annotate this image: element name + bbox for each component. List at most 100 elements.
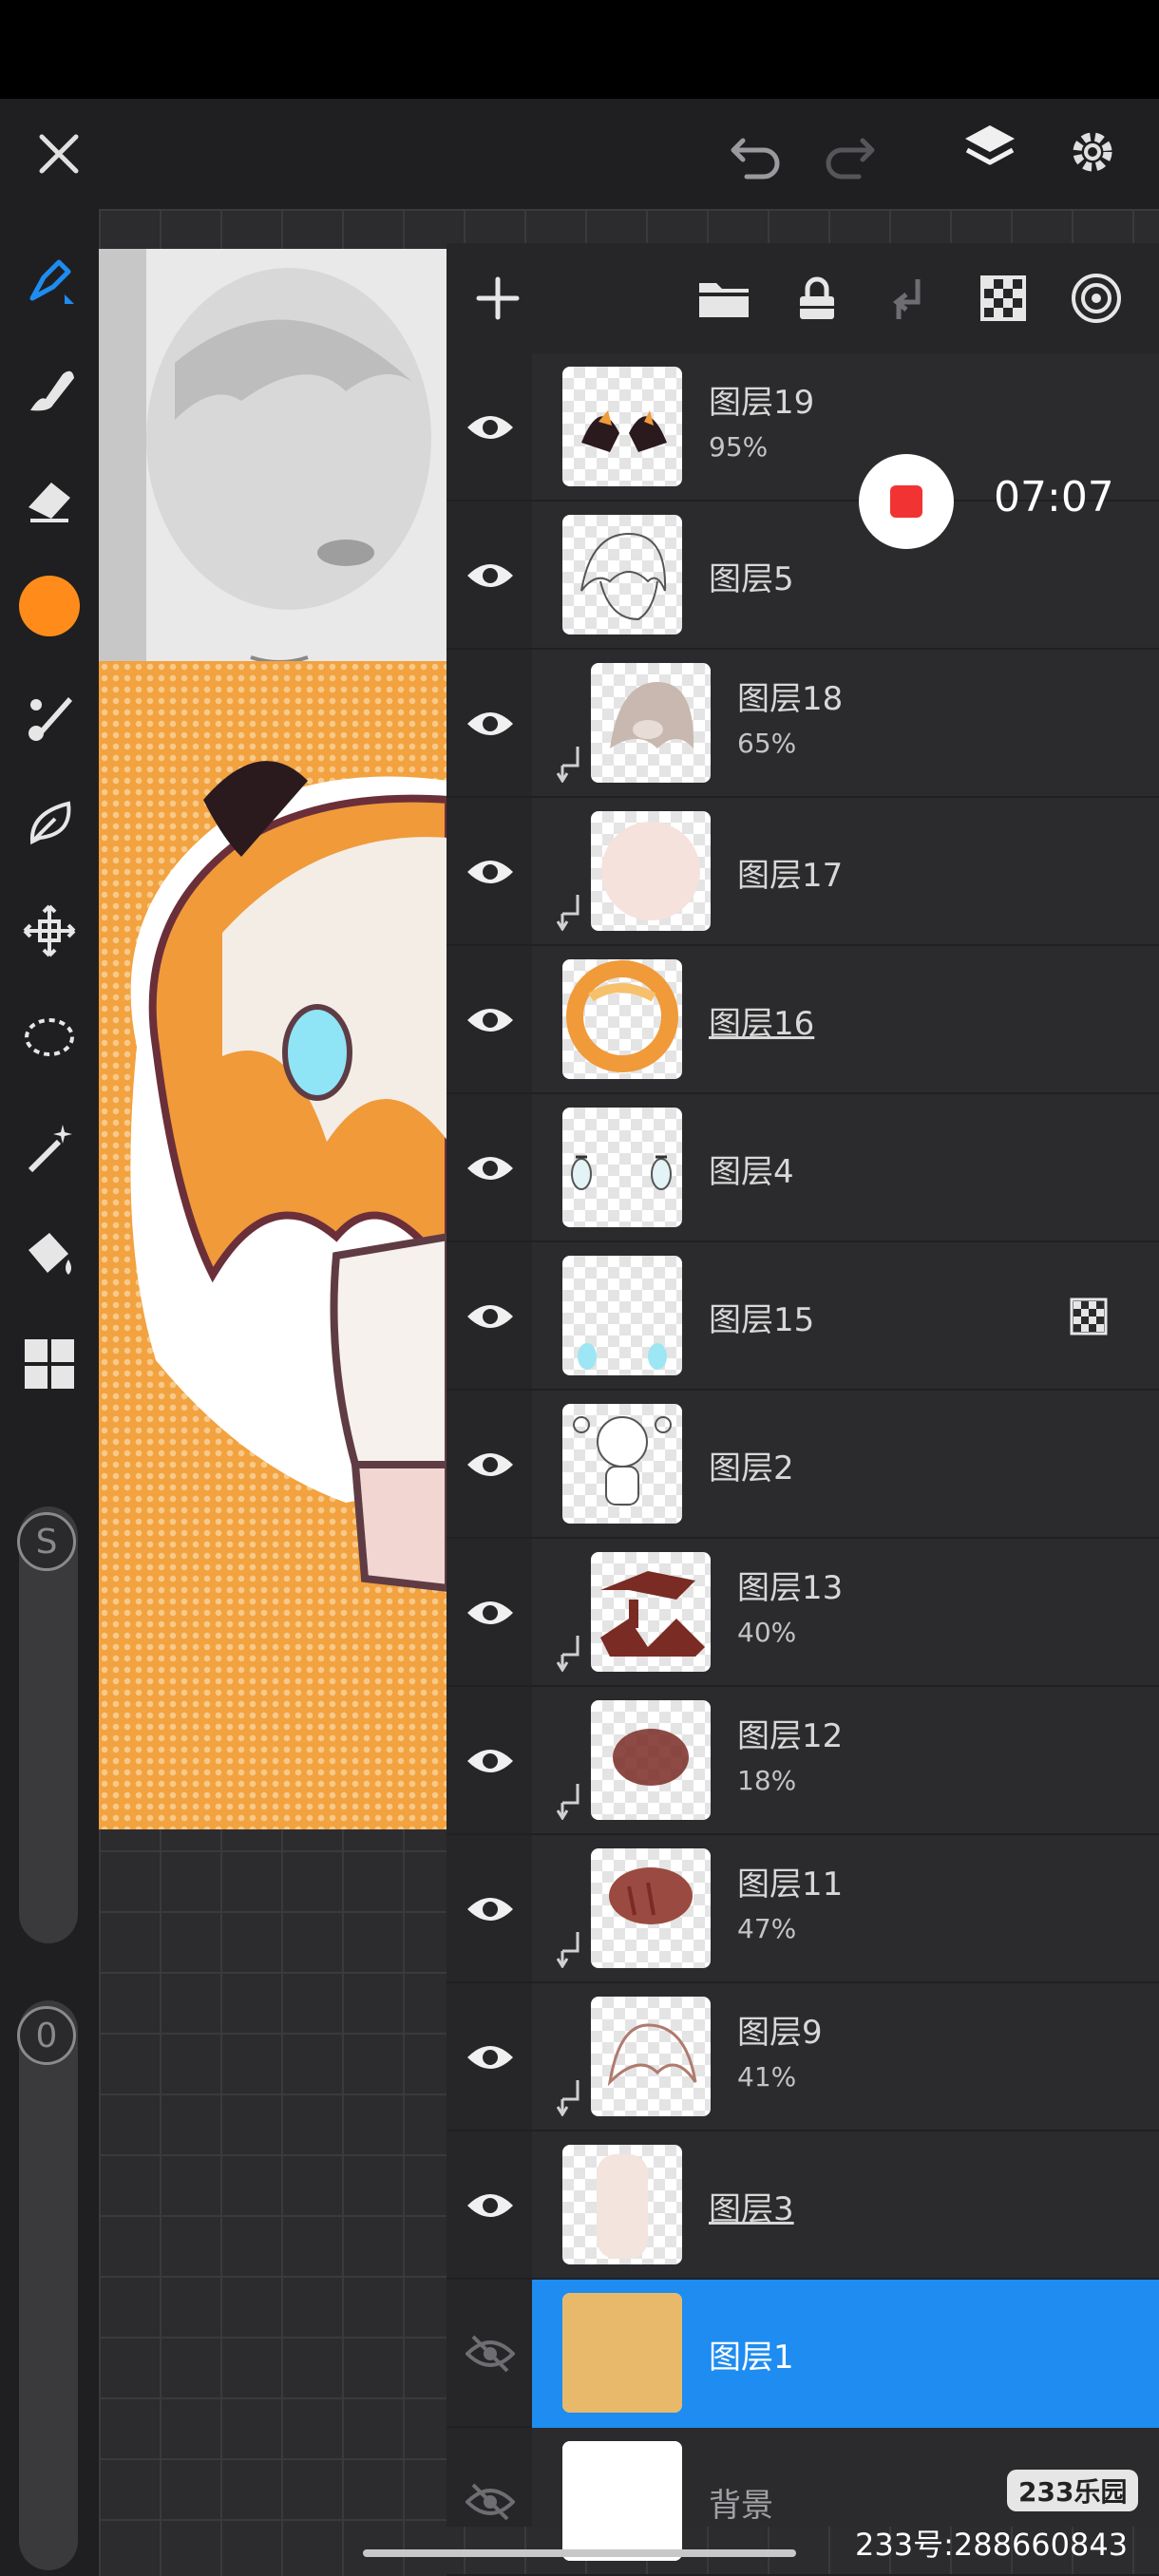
size-slider-knob[interactable]: S	[17, 1512, 76, 1571]
eye-icon[interactable]	[464, 1290, 517, 1343]
smudge-icon[interactable]	[15, 355, 84, 424]
lasso-icon[interactable]	[15, 1005, 84, 1073]
layer-row[interactable]: 图层1	[446, 2280, 1159, 2428]
clipping-mask-icon	[556, 893, 585, 932]
layer-opacity: 47%	[737, 1913, 797, 1944]
eye-hidden-icon[interactable]	[464, 2475, 517, 2529]
layer-thumbnail[interactable]	[562, 2145, 682, 2264]
stop-recording-button[interactable]	[859, 454, 954, 549]
status-bar	[0, 0, 1159, 99]
layer-name: 图层9	[737, 2014, 823, 2052]
layer-thumbnail[interactable]	[591, 1848, 711, 1968]
eye-icon[interactable]	[464, 1586, 517, 1639]
eye-icon[interactable]	[464, 401, 517, 454]
alpha-lock-badge-icon	[1070, 1297, 1108, 1339]
eye-icon[interactable]	[464, 1883, 517, 1936]
alpha-lock-icon[interactable]	[969, 264, 1037, 332]
layer-name: 图层17	[737, 857, 844, 895]
layers-icon[interactable]	[956, 116, 1024, 184]
layer-thumbnail[interactable]	[562, 367, 682, 486]
eye-icon[interactable]	[464, 1142, 517, 1195]
layer-thumbnail[interactable]	[562, 959, 682, 1079]
layer-thumbnail[interactable]	[591, 1997, 711, 2116]
record-stop-icon	[890, 485, 922, 518]
eye-icon[interactable]	[464, 2179, 517, 2232]
opacity-slider-knob[interactable]: 0	[17, 2006, 76, 2065]
eye-icon[interactable]	[464, 697, 517, 750]
transform-icon[interactable]	[15, 897, 84, 965]
brush-size-slider[interactable]	[19, 1506, 78, 1943]
layer-row[interactable]: 图层12 18%	[446, 1687, 1159, 1835]
eye-icon[interactable]	[464, 845, 517, 899]
reference-icon[interactable]	[1062, 264, 1130, 332]
layer-name: 背景	[709, 2487, 773, 2525]
eye-icon[interactable]	[464, 549, 517, 602]
merge-down-icon[interactable]	[876, 264, 944, 332]
layer-row[interactable]: 图层2	[446, 1391, 1159, 1539]
layer-thumbnail[interactable]	[591, 811, 711, 931]
brush-icon[interactable]	[15, 247, 84, 315]
layer-name: 图层4	[709, 1153, 794, 1191]
clipping-mask-icon	[556, 1782, 585, 1821]
layer-opacity: 40%	[737, 1617, 797, 1648]
eye-icon[interactable]	[464, 1438, 517, 1491]
recording-timer: 07:07	[994, 473, 1114, 521]
clipping-mask-icon	[556, 745, 585, 784]
layer-thumbnail[interactable]	[591, 663, 711, 783]
layer-row[interactable]: 图层11 47%	[446, 1835, 1159, 1983]
redo-icon[interactable]	[815, 120, 884, 188]
grid-icon[interactable]	[15, 1330, 84, 1398]
layer-thumbnail[interactable]	[562, 1108, 682, 1227]
magic-wand-icon[interactable]	[15, 1113, 84, 1182]
layer-row[interactable]: 图层4	[446, 1094, 1159, 1242]
size-slider-label: S	[35, 1522, 58, 1562]
watermark-text: 233号:288660843	[855, 2527, 1129, 2563]
layer-row[interactable]: 图层16	[446, 946, 1159, 1094]
layer-thumbnail[interactable]	[562, 1404, 682, 1524]
eraser-icon[interactable]	[15, 464, 84, 532]
lock-icon[interactable]	[783, 264, 851, 332]
layer-name: 图层12	[737, 1717, 844, 1755]
layer-name: 图层19	[709, 384, 815, 422]
layers-panel: 图层19 95% 图层5 图层18 65% 图层17 图层16 图层4 图层15 图层2 图层13 4…	[446, 243, 1159, 2576]
layer-row[interactable]: 图层17	[446, 798, 1159, 946]
layer-thumbnail[interactable]	[562, 1256, 682, 1375]
gear-icon[interactable]	[1058, 118, 1127, 186]
layer-row[interactable]: 图层15	[446, 1242, 1159, 1391]
brush-alt-icon[interactable]	[15, 680, 84, 748]
layer-thumbnail[interactable]	[562, 2441, 682, 2561]
brush-opacity-slider[interactable]	[19, 2000, 78, 2570]
folder-icon[interactable]	[690, 264, 758, 332]
opacity-slider-label: 0	[35, 2016, 58, 2055]
character-illustration	[130, 761, 448, 1593]
layer-row[interactable]: 图层18 65%	[446, 650, 1159, 798]
eye-hidden-icon[interactable]	[464, 2327, 517, 2380]
eye-icon[interactable]	[464, 1734, 517, 1788]
home-indicator[interactable]	[363, 2549, 796, 2557]
eye-icon[interactable]	[464, 2031, 517, 2084]
layer-name: 图层2	[709, 1449, 794, 1487]
layer-thumbnail[interactable]	[591, 1700, 711, 1820]
layer-row[interactable]: 图层9 41%	[446, 1983, 1159, 2131]
layer-name: 图层15	[709, 1301, 815, 1339]
layer-name: 图层5	[709, 560, 794, 598]
layer-row[interactable]: 图层13 40%	[446, 1539, 1159, 1687]
layer-name: 图层11	[737, 1866, 844, 1904]
layer-thumbnail[interactable]	[591, 1552, 711, 1672]
clipping-mask-icon	[556, 1634, 585, 1673]
layer-thumbnail[interactable]	[562, 2293, 682, 2413]
layer-thumbnail[interactable]	[562, 515, 682, 635]
add-layer-icon[interactable]	[464, 264, 532, 332]
color-swatch[interactable]	[15, 572, 84, 640]
layer-name: 图层18	[737, 680, 844, 718]
layer-opacity: 65%	[737, 728, 797, 759]
canvas-artwork[interactable]	[99, 249, 448, 1829]
eye-icon[interactable]	[464, 994, 517, 1047]
layer-row[interactable]: 图层3	[446, 2131, 1159, 2280]
liquify-icon[interactable]	[15, 788, 84, 857]
layer-row[interactable]: 图层5	[446, 502, 1159, 650]
close-icon[interactable]	[25, 120, 93, 188]
clipping-mask-icon	[556, 2078, 585, 2117]
undo-icon[interactable]	[722, 120, 790, 188]
fill-bucket-icon[interactable]	[15, 1222, 84, 1290]
